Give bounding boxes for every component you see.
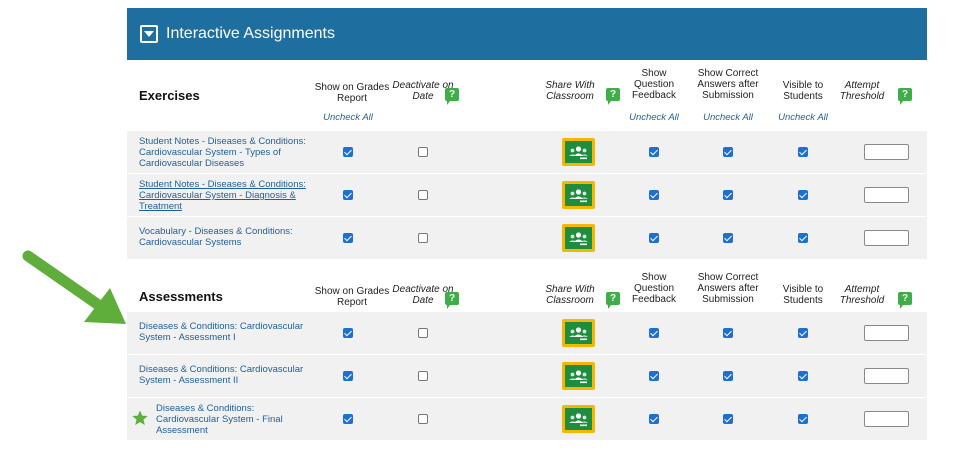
show-feedback-checkbox[interactable] xyxy=(649,233,659,243)
help-icon-share[interactable]: ? xyxy=(606,292,620,309)
exercises-row: Student Notes - Diseases & Conditions: C… xyxy=(127,131,927,173)
show-feedback-checkbox[interactable] xyxy=(649,147,659,157)
attempt-threshold-input[interactable] xyxy=(864,230,909,246)
column-header-attempt-threshold: Attempt Threshold xyxy=(839,284,885,306)
show-feedback-checkbox[interactable] xyxy=(649,414,659,424)
help-icon-deactivate[interactable]: ? xyxy=(445,88,459,105)
assessments-section-title: Assessments xyxy=(139,289,223,304)
visible-checkbox[interactable] xyxy=(798,371,808,381)
visible-checkbox[interactable] xyxy=(798,233,808,243)
show-correct-checkbox[interactable] xyxy=(723,190,733,200)
show-correct-checkbox[interactable] xyxy=(723,147,733,157)
show-feedback-checkbox[interactable] xyxy=(649,190,659,200)
exercises-link-2[interactable]: Student Notes - Diseases & Conditions: C… xyxy=(139,179,309,212)
deactivate-checkbox[interactable] xyxy=(418,371,428,381)
uncheck-all-grades[interactable]: Uncheck All xyxy=(318,112,378,123)
show-feedback-checkbox[interactable] xyxy=(649,371,659,381)
google-classroom-icon[interactable] xyxy=(562,138,595,166)
visible-checkbox[interactable] xyxy=(798,328,808,338)
deactivate-checkbox[interactable] xyxy=(418,328,428,338)
help-icon-attempt[interactable]: ? xyxy=(898,292,912,309)
column-header-show-question-feedback: Show Question Feedback xyxy=(632,272,676,305)
column-header-attempt-threshold: Attempt Threshold xyxy=(839,80,885,102)
show-grades-checkbox[interactable] xyxy=(343,190,353,200)
help-icon-deactivate[interactable]: ? xyxy=(445,292,459,309)
show-grades-checkbox[interactable] xyxy=(343,147,353,157)
help-icon-share[interactable]: ? xyxy=(606,88,620,105)
google-classroom-icon[interactable] xyxy=(562,224,595,252)
assessments-link-3[interactable]: Diseases & Conditions: Cardiovascular Sy… xyxy=(156,403,306,436)
column-header-visible-to-students: Visible to Students xyxy=(782,80,824,102)
column-header-show-correct-answers: Show Correct Answers after Submission xyxy=(697,272,759,305)
uncheck-all-correct[interactable]: Uncheck All xyxy=(698,112,758,123)
attempt-threshold-input[interactable] xyxy=(864,411,909,427)
column-header-show-on-grades-report: Show on Grades Report xyxy=(314,286,390,308)
column-header-show-question-feedback: Show Question Feedback xyxy=(632,68,676,101)
google-classroom-icon[interactable] xyxy=(562,319,595,347)
assessments-row: Diseases & Conditions: Cardiovascular Sy… xyxy=(127,398,927,440)
show-correct-checkbox[interactable] xyxy=(723,414,733,424)
assessments-link-2[interactable]: Diseases & Conditions: Cardiovascular Sy… xyxy=(139,364,309,386)
column-header-show-correct-answers: Show Correct Answers after Submission xyxy=(697,68,759,101)
visible-checkbox[interactable] xyxy=(798,414,808,424)
deactivate-checkbox[interactable] xyxy=(418,414,428,424)
column-header-share-with-classroom: Share With Classroom xyxy=(545,284,595,306)
show-grades-checkbox[interactable] xyxy=(343,233,353,243)
google-classroom-icon[interactable] xyxy=(562,362,595,390)
show-correct-checkbox[interactable] xyxy=(723,371,733,381)
deactivate-checkbox[interactable] xyxy=(418,233,428,243)
visible-checkbox[interactable] xyxy=(798,190,808,200)
attempt-threshold-input[interactable] xyxy=(864,144,909,160)
attempt-threshold-input[interactable] xyxy=(864,187,909,203)
column-header-show-on-grades-report: Show on Grades Report xyxy=(314,82,390,104)
google-classroom-icon[interactable] xyxy=(562,405,595,433)
assessments-link-1[interactable]: Diseases & Conditions: Cardiovascular Sy… xyxy=(139,321,309,343)
exercises-link-3[interactable]: Vocabulary - Diseases & Conditions: Card… xyxy=(139,226,309,248)
show-feedback-checkbox[interactable] xyxy=(649,328,659,338)
show-grades-checkbox[interactable] xyxy=(343,371,353,381)
show-grades-checkbox[interactable] xyxy=(343,328,353,338)
show-correct-checkbox[interactable] xyxy=(723,233,733,243)
help-icon-attempt[interactable]: ? xyxy=(898,88,912,105)
deactivate-checkbox[interactable] xyxy=(418,190,428,200)
exercises-link-1[interactable]: Student Notes - Diseases & Conditions: C… xyxy=(139,136,309,169)
star-icon xyxy=(132,410,148,431)
show-correct-checkbox[interactable] xyxy=(723,328,733,338)
uncheck-all-feedback[interactable]: Uncheck All xyxy=(624,112,684,123)
attempt-threshold-input[interactable] xyxy=(864,325,909,341)
show-grades-checkbox[interactable] xyxy=(343,414,353,424)
visible-checkbox[interactable] xyxy=(798,147,808,157)
pointer-arrow-icon xyxy=(22,250,126,324)
deactivate-checkbox[interactable] xyxy=(418,147,428,157)
google-classroom-icon[interactable] xyxy=(562,181,595,209)
uncheck-all-visible[interactable]: Uncheck All xyxy=(773,112,833,123)
exercises-row: Vocabulary - Diseases & Conditions: Card… xyxy=(127,217,927,259)
column-header-visible-to-students: Visible to Students xyxy=(782,284,824,306)
attempt-threshold-input[interactable] xyxy=(864,368,909,384)
exercises-section-title: Exercises xyxy=(139,88,200,103)
assessments-row: Diseases & Conditions: Cardiovascular Sy… xyxy=(127,355,927,397)
assessments-row: Diseases & Conditions: Cardiovascular Sy… xyxy=(127,312,927,354)
exercises-row: Student Notes - Diseases & Conditions: C… xyxy=(127,174,927,216)
column-header-share-with-classroom: Share With Classroom xyxy=(545,80,595,102)
